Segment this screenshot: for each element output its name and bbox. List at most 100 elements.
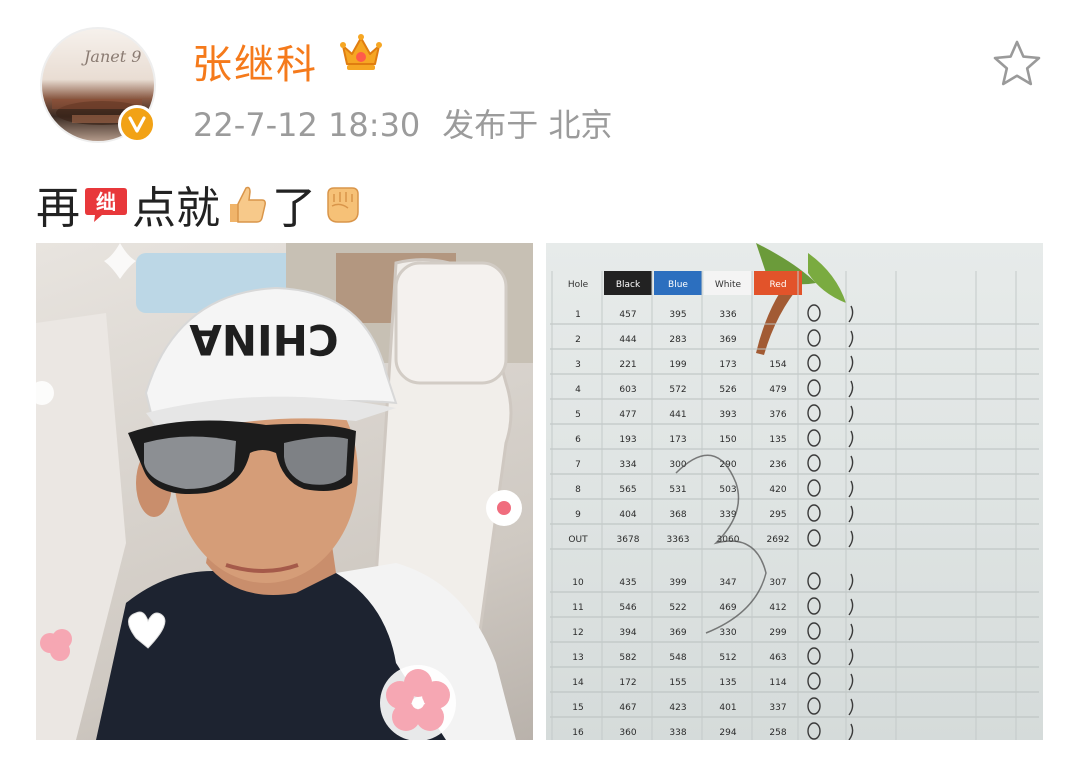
scorecard-cell: 420 xyxy=(769,485,786,495)
scorecard-cell: 369 xyxy=(719,335,736,345)
handwritten-mark xyxy=(848,330,854,348)
scorecard-cell: 338 xyxy=(669,728,686,738)
handwritten-mark xyxy=(807,722,821,740)
scorecard-cell: 3 xyxy=(575,360,581,370)
user-name[interactable]: 张继科 xyxy=(192,32,318,90)
scorecard-cell: 469 xyxy=(719,603,736,613)
scorecard-cell: 199 xyxy=(669,360,686,370)
scorecard-cell: 395 xyxy=(669,310,686,320)
scorecard-cell: 479 xyxy=(769,385,786,395)
scorecard-header-label: White xyxy=(715,280,742,290)
photo-selfie[interactable]: CHINA xyxy=(36,243,533,740)
fist-icon xyxy=(327,187,359,223)
handwritten-mark xyxy=(848,623,854,641)
scorecard-cell: 12 xyxy=(572,628,583,638)
handwritten-mark xyxy=(807,354,821,372)
scorecard-cell: 503 xyxy=(719,485,736,495)
handwritten-mark xyxy=(848,405,854,423)
scorecard-cell: 360 xyxy=(619,728,636,738)
scorecard-cell: 376 xyxy=(769,410,786,420)
scorecard-cell: 5 xyxy=(575,410,581,420)
avatar[interactable]: Janet 9 xyxy=(40,27,158,145)
post-location: 发布于 北京 xyxy=(442,106,613,144)
scorecard-cell: 13 xyxy=(572,653,583,663)
scorecard-cell: 435 xyxy=(619,578,636,588)
handwritten-mark xyxy=(807,479,821,497)
handwritten-mark xyxy=(848,698,854,716)
scorecard-cell: 154 xyxy=(769,360,786,370)
scorecard-cell: 412 xyxy=(769,603,786,613)
scorecard-cell: 10 xyxy=(572,578,584,588)
scorecard-cell: 150 xyxy=(719,435,736,445)
scorecard-cell: 401 xyxy=(719,703,736,713)
scorecard-cell: 114 xyxy=(769,678,786,688)
scorecard-cell: 8 xyxy=(575,485,581,495)
scorecard-cell: 307 xyxy=(769,578,786,588)
post-time: 22-7-12 18:30 xyxy=(193,106,421,144)
handwritten-mark xyxy=(848,305,854,323)
svg-text:绌: 绌 xyxy=(96,190,116,214)
post-text-part: 点就 xyxy=(132,183,220,234)
scorecard-cell: 369 xyxy=(669,628,686,638)
handwritten-mark xyxy=(848,673,854,691)
scorecard-cell: 7 xyxy=(575,460,581,470)
handwritten-mark xyxy=(848,355,854,373)
scorecard-header-label: Red xyxy=(769,280,786,290)
handwritten-mark xyxy=(848,380,854,398)
photo-scorecard[interactable]: Hole Black Blue White Red 1 457 395 336 2 444 283 36… xyxy=(546,243,1043,740)
scorecard-cell: 546 xyxy=(619,603,636,613)
handwritten-mark xyxy=(848,723,854,740)
handwritten-mark xyxy=(807,572,821,590)
post-text-part: 了 xyxy=(272,183,316,234)
scorecard-cell: 15 xyxy=(572,703,583,713)
sticker-icon: 绌 xyxy=(85,188,127,222)
scorecard-cell: 9 xyxy=(575,510,581,520)
scorecard-cell: 531 xyxy=(669,485,686,495)
scorecard-cell: 512 xyxy=(719,653,736,663)
scorecard-cell: 347 xyxy=(719,578,736,588)
verified-v-icon xyxy=(118,105,156,143)
crown-icon xyxy=(340,34,382,70)
scorecard-cell: 337 xyxy=(769,703,786,713)
scorecard-cell: 2 xyxy=(575,335,581,345)
scorecard-cell: 330 xyxy=(719,628,736,638)
scorecard-cell: 3678 xyxy=(617,535,640,545)
scorecard-cell: 548 xyxy=(669,653,686,663)
handwritten-mark xyxy=(807,329,821,347)
handwritten-mark xyxy=(848,505,854,523)
scorecard-cell: 477 xyxy=(619,410,636,420)
handwritten-mark xyxy=(848,480,854,498)
scorecard-cell: 172 xyxy=(619,678,636,688)
thumbs-up-icon xyxy=(230,186,266,223)
scorecard-cell: 368 xyxy=(669,510,686,520)
scorecard-cell: OUT xyxy=(568,535,588,545)
scorecard-cell: 193 xyxy=(619,435,636,445)
handwritten-mark xyxy=(807,454,821,472)
scorecard-cell: 155 xyxy=(669,678,686,688)
scorecard-cell: 173 xyxy=(719,360,736,370)
star-outline-icon[interactable] xyxy=(991,38,1043,90)
scorecard-cell: 399 xyxy=(669,578,686,588)
scorecard-cell: 463 xyxy=(769,653,786,663)
handwritten-mark xyxy=(807,529,821,547)
scorecard-cell: 221 xyxy=(619,360,636,370)
handwritten-mark xyxy=(807,647,821,665)
scorecard-cell: 572 xyxy=(669,385,686,395)
scorecard-cell: 457 xyxy=(619,310,636,320)
scorecard-cell: 467 xyxy=(619,703,636,713)
scorecard: Hole Black Blue White Red1 457 395 3362 444 283 36… xyxy=(550,243,1039,740)
handwritten-mark xyxy=(848,648,854,666)
handwritten-mark xyxy=(807,429,821,447)
scorecard-cell: 173 xyxy=(669,435,686,445)
scorecard-cell: 135 xyxy=(769,435,786,445)
scorecard-cell: 441 xyxy=(669,410,686,420)
scorecard-cell: 258 xyxy=(769,728,786,738)
handwritten-mark xyxy=(807,304,821,322)
scorecard-cell: 3060 xyxy=(717,535,740,545)
scorecard-cell: 336 xyxy=(719,310,736,320)
handwritten-mark xyxy=(807,697,821,715)
scorecard-header-label: Hole xyxy=(568,280,589,290)
scorecard-cell: 565 xyxy=(619,485,636,495)
scorecard-cell: 299 xyxy=(769,628,786,638)
handwritten-mark xyxy=(807,622,821,640)
